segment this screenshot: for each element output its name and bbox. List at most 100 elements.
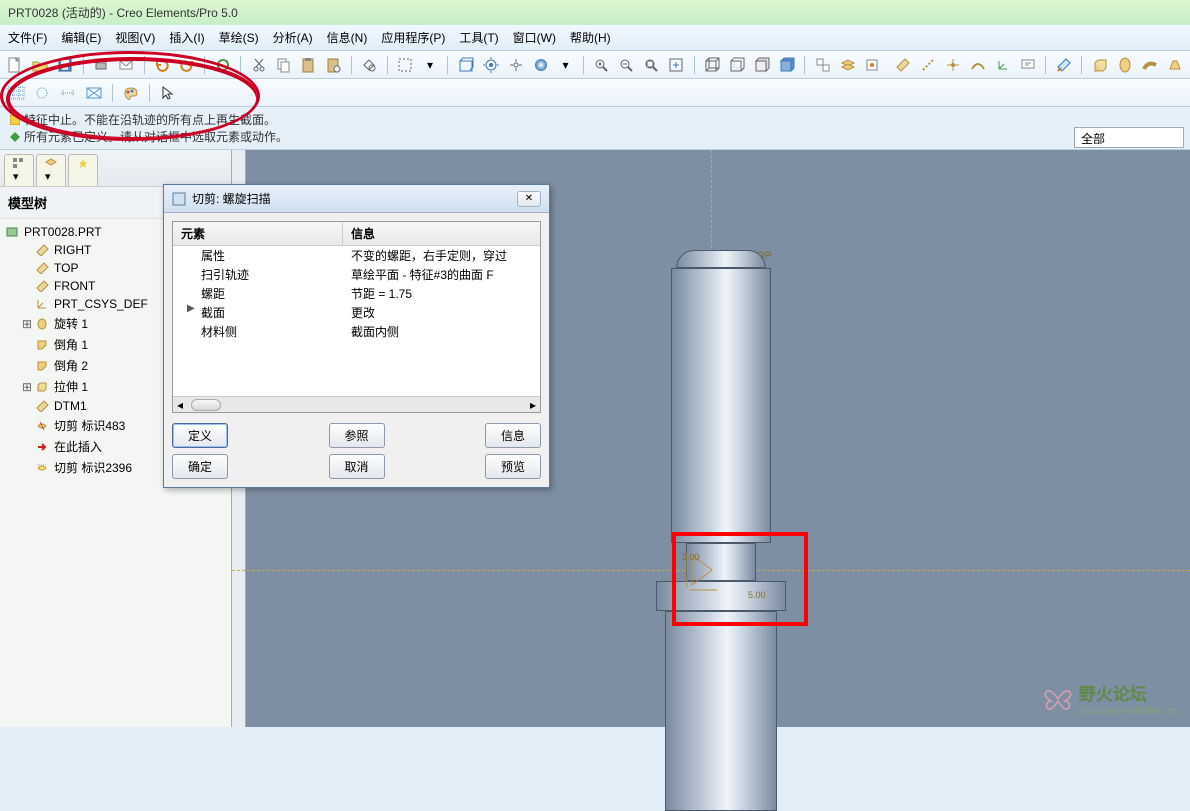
- tab-tree[interactable]: ▾: [4, 154, 34, 186]
- undo-icon[interactable]: [152, 55, 171, 75]
- hidden-line-icon[interactable]: [727, 55, 746, 75]
- paste-icon[interactable]: [299, 55, 318, 75]
- select-arrow-icon[interactable]: ▾: [421, 55, 440, 75]
- ok-button[interactable]: 确定: [172, 454, 228, 479]
- filter-dropdown[interactable]: 全部: [1074, 127, 1184, 148]
- datum-icon: [36, 280, 50, 292]
- open-icon[interactable]: [31, 55, 50, 75]
- message-2: 所有元素已定义。请从对话框中选取元素或动作。: [24, 128, 288, 145]
- datum-axis-icon[interactable]: [919, 55, 938, 75]
- revolve-icon[interactable]: [1115, 55, 1134, 75]
- annotation-icon[interactable]: [1019, 55, 1038, 75]
- no-hidden-icon[interactable]: [752, 55, 771, 75]
- refit-icon[interactable]: [667, 55, 686, 75]
- dialog-close-button[interactable]: ✕: [517, 191, 541, 207]
- table-row[interactable]: ▶截面更改: [173, 303, 540, 322]
- cancel-button[interactable]: 取消: [329, 454, 385, 479]
- cut-icon[interactable]: [249, 55, 268, 75]
- extrude-icon[interactable]: [1090, 55, 1109, 75]
- arrow-cursor-icon[interactable]: [158, 83, 178, 103]
- blend-icon[interactable]: [1165, 55, 1184, 75]
- table-row[interactable]: 材料侧截面内侧: [173, 322, 540, 341]
- menu-insert[interactable]: 插入(I): [169, 29, 204, 46]
- menu-analysis[interactable]: 分析(A): [273, 29, 313, 46]
- info-button[interactable]: 信息: [485, 423, 541, 448]
- orient-icon[interactable]: [456, 55, 475, 75]
- select-box-icon[interactable]: [396, 55, 415, 75]
- menu-edit[interactable]: 编辑(E): [61, 29, 101, 46]
- menu-help[interactable]: 帮助(H): [570, 29, 611, 46]
- paste-special-icon[interactable]: [324, 55, 343, 75]
- dialog-title-text: 切剪: 螺旋扫描: [192, 190, 271, 207]
- info-icon: [10, 132, 20, 142]
- warning-icon: [10, 115, 20, 125]
- layer-icon[interactable]: [838, 55, 857, 75]
- model-part: [671, 250, 786, 811]
- message-area: 特征中止。不能在沿轨迹的所有点上再生截面。 所有元素已定义。请从对话框中选取元素…: [0, 107, 1190, 150]
- menu-tools[interactable]: 工具(T): [459, 29, 498, 46]
- redo-icon[interactable]: [177, 55, 196, 75]
- table-row[interactable]: 扫引轨迹草绘平面 - 特征#3的曲面 F: [173, 265, 540, 284]
- helical-sweep-dialog[interactable]: 切剪: 螺旋扫描 ✕ 元素 信息 属性不变的螺距，右手定则，穿过 扫引轨迹草绘平…: [163, 184, 550, 488]
- sketch-dim-icon[interactable]: [58, 83, 78, 103]
- expander-icon[interactable]: ⊞: [22, 317, 32, 331]
- table-row[interactable]: 螺距节距 = 1.75: [173, 284, 540, 303]
- horizontal-scrollbar[interactable]: ◂▸: [173, 396, 540, 412]
- sketch-icon[interactable]: [1054, 55, 1073, 75]
- sketch-grid-icon[interactable]: [6, 83, 26, 103]
- window-title: PRT0028 (活动的) - Creo Elements/Pro 5.0: [8, 6, 238, 20]
- menu-application[interactable]: 应用程序(P): [381, 29, 445, 46]
- zoom-in-icon[interactable]: [592, 55, 611, 75]
- expander-icon[interactable]: ⊞: [22, 380, 32, 394]
- tab-layer[interactable]: ▾: [36, 154, 66, 186]
- spin-icon[interactable]: [481, 55, 500, 75]
- reference-button[interactable]: 参照: [329, 423, 385, 448]
- menu-window[interactable]: 窗口(W): [513, 29, 556, 46]
- pan-icon[interactable]: [506, 55, 525, 75]
- find-icon[interactable]: [360, 55, 379, 75]
- datum-csys-icon[interactable]: [994, 55, 1013, 75]
- datum-curve-icon[interactable]: [969, 55, 988, 75]
- model-display-icon[interactable]: [863, 55, 882, 75]
- col-element: 元素: [173, 222, 343, 245]
- menu-view[interactable]: 视图(V): [115, 29, 155, 46]
- toolbar-sketch: [0, 79, 1190, 107]
- appearance-drop-icon[interactable]: ▾: [556, 55, 575, 75]
- palette-icon[interactable]: [121, 83, 141, 103]
- new-icon[interactable]: [6, 55, 25, 75]
- print-icon[interactable]: [92, 55, 111, 75]
- butterfly-icon: [1043, 686, 1073, 712]
- zoom-fit-icon[interactable]: [642, 55, 661, 75]
- table-row[interactable]: 属性不变的螺距，右手定则，穿过: [173, 246, 540, 265]
- datum-plane-icon[interactable]: [894, 55, 913, 75]
- csys-icon: [36, 298, 50, 310]
- save-icon[interactable]: [56, 55, 75, 75]
- datum-point-icon[interactable]: [944, 55, 963, 75]
- tab-star[interactable]: [68, 154, 98, 186]
- wireframe-icon[interactable]: [703, 55, 722, 75]
- regenerate-icon[interactable]: [213, 55, 232, 75]
- col-info: 信息: [343, 222, 540, 245]
- datum-icon: [36, 244, 50, 256]
- window-titlebar: PRT0028 (活动的) - Creo Elements/Pro 5.0: [0, 0, 1190, 25]
- zoom-out-icon[interactable]: [617, 55, 636, 75]
- sketch-ref-icon[interactable]: [84, 83, 104, 103]
- menu-info[interactable]: 信息(N): [327, 29, 368, 46]
- email-icon[interactable]: [117, 55, 136, 75]
- sketch-constraint-icon[interactable]: [32, 83, 52, 103]
- part-icon: [6, 226, 20, 238]
- define-button[interactable]: 定义: [172, 423, 228, 448]
- dialog-titlebar[interactable]: 切剪: 螺旋扫描 ✕: [164, 185, 549, 213]
- scrollbar-thumb[interactable]: [191, 399, 221, 411]
- view-manager-icon[interactable]: [813, 55, 832, 75]
- shaded-icon[interactable]: [777, 55, 796, 75]
- datum-icon: [36, 400, 50, 412]
- appearance-icon[interactable]: [531, 55, 550, 75]
- message-1: 特征中止。不能在沿轨迹的所有点上再生截面。: [24, 111, 276, 128]
- sweep-icon[interactable]: [1140, 55, 1159, 75]
- element-table[interactable]: 元素 信息 属性不变的螺距，右手定则，穿过 扫引轨迹草绘平面 - 特征#3的曲面…: [172, 221, 541, 413]
- menu-sketch[interactable]: 草绘(S): [219, 29, 259, 46]
- menu-file[interactable]: 文件(F): [8, 29, 47, 46]
- preview-button[interactable]: 预览: [485, 454, 541, 479]
- copy-icon[interactable]: [274, 55, 293, 75]
